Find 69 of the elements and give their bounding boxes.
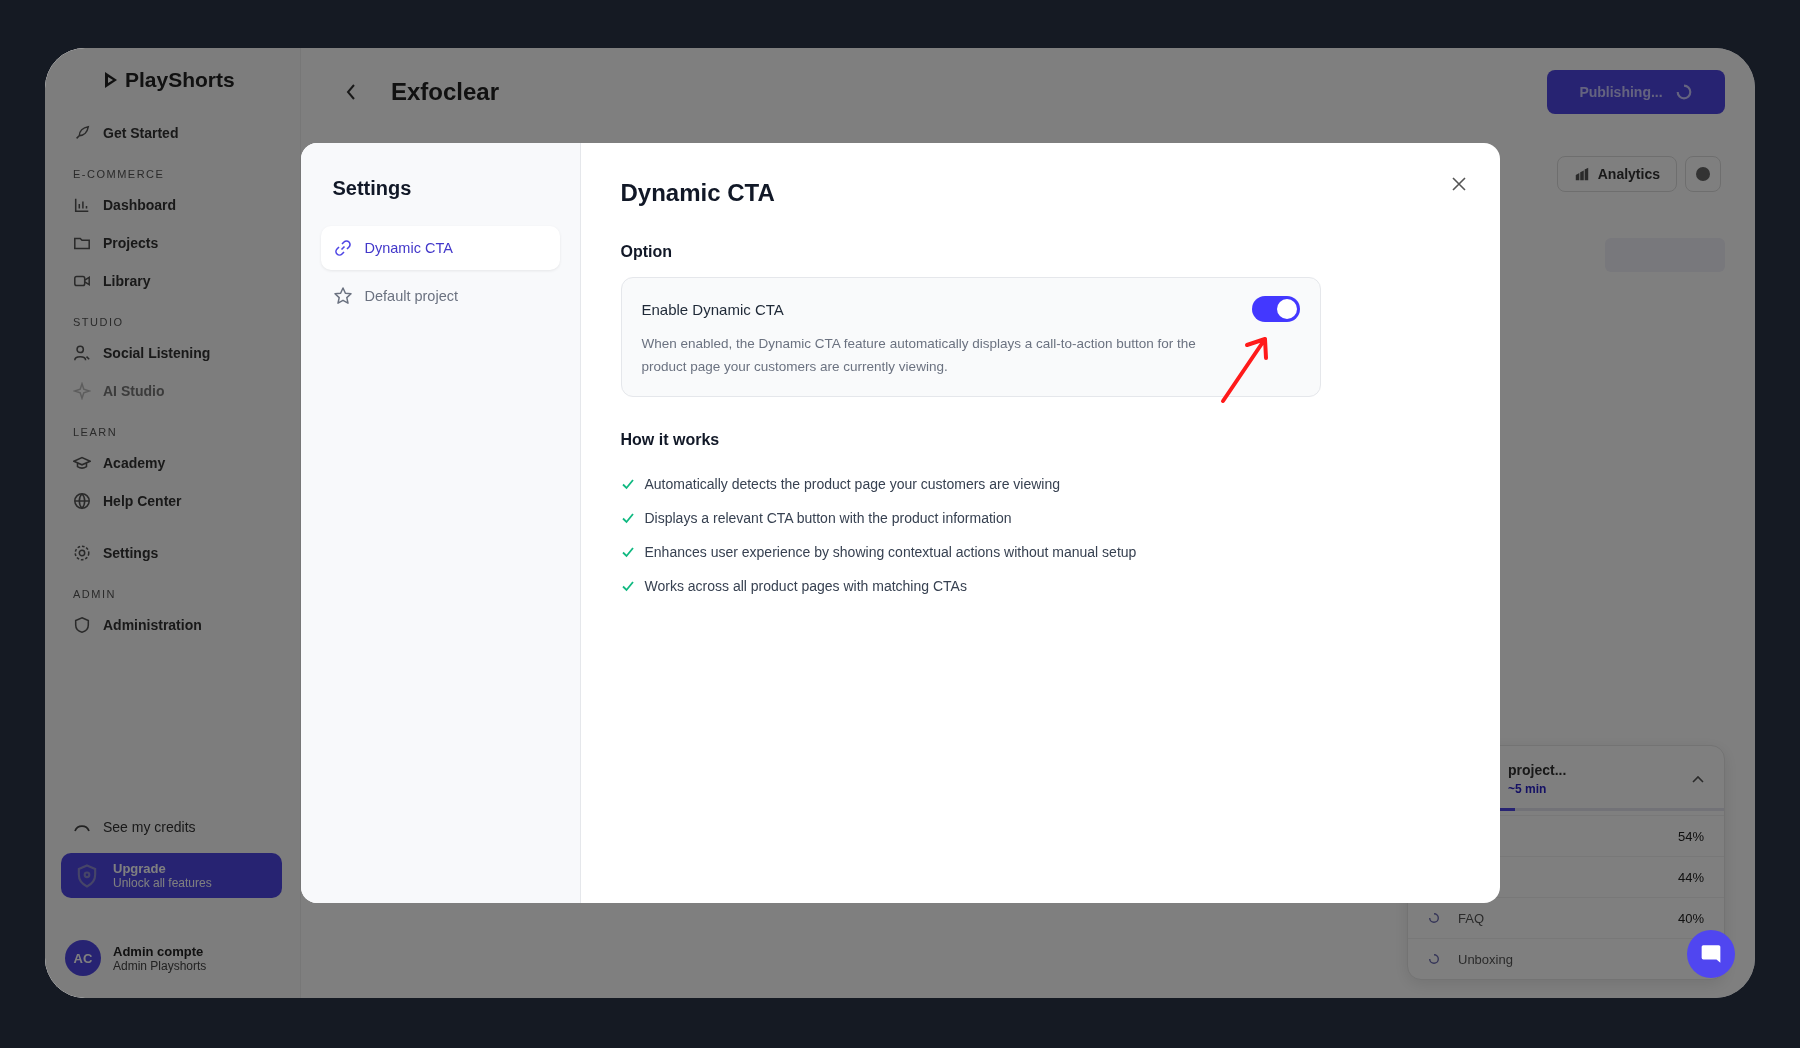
sidebar-nav-item[interactable]: Social Listening bbox=[73, 334, 300, 372]
graduation-cap-icon bbox=[73, 454, 91, 472]
page-title: Exfoclear bbox=[391, 78, 500, 106]
person-icon bbox=[73, 344, 91, 362]
sidebar-nav-item[interactable]: Projects bbox=[73, 224, 300, 262]
nav-section-heading: STUDIO bbox=[73, 316, 125, 328]
section-heading: Option bbox=[620, 243, 674, 261]
check-icon bbox=[620, 511, 635, 525]
settings-tab[interactable]: Dynamic CTA bbox=[320, 226, 560, 270]
task-percent: 44% bbox=[1677, 869, 1704, 885]
settings-tab[interactable]: Default project bbox=[320, 274, 560, 318]
arrow-annotation bbox=[1218, 335, 1271, 405]
close-icon[interactable] bbox=[1450, 176, 1467, 192]
feature-point: Displays a relevant CTA button with the product information bbox=[644, 510, 1012, 526]
credits-link[interactable]: See my credits bbox=[73, 819, 282, 835]
bar-chart-icon bbox=[73, 196, 91, 214]
play-logo-icon bbox=[103, 71, 119, 89]
options-button[interactable] bbox=[1685, 156, 1721, 192]
upgrade-subtitle: Unlock all features bbox=[113, 876, 212, 890]
spinner-icon bbox=[1674, 83, 1693, 101]
sidebar-nav-item[interactable]: Help Center bbox=[73, 482, 300, 520]
chat-bubble-icon bbox=[1700, 943, 1722, 965]
sidebar-nav-item[interactable]: Academy bbox=[73, 444, 300, 482]
analytics-button[interactable]: Analytics bbox=[1556, 156, 1677, 192]
task-label: Unboxing bbox=[1458, 951, 1513, 967]
user-role: Admin Playshorts bbox=[113, 958, 207, 973]
sidebar-nav-item[interactable]: Settings bbox=[73, 534, 300, 572]
check-icon bbox=[620, 579, 635, 593]
caret-up-icon[interactable] bbox=[1692, 775, 1704, 783]
dialog-title: Dynamic CTA bbox=[620, 179, 776, 207]
nav-section-heading: E-COMMERCE bbox=[73, 168, 166, 180]
user-name: Admin compte bbox=[113, 943, 205, 959]
feature-point: Works across all product pages with matching CTAs bbox=[644, 578, 967, 594]
bar-chart-icon bbox=[1573, 166, 1590, 182]
app-logo-text: PlayShorts bbox=[125, 68, 235, 92]
sidebar-nav-item[interactable]: Library bbox=[73, 262, 300, 300]
toggle-switch[interactable] bbox=[1251, 296, 1300, 322]
task-label: FAQ bbox=[1458, 910, 1484, 926]
sidebar-nav-item[interactable]: Get Started bbox=[73, 114, 300, 152]
option-description: When enabled, the Dynamic CTA feature automatically displays a call-to-action button for the product page your customers are currently viewing. bbox=[641, 335, 1197, 376]
star-icon bbox=[332, 286, 353, 306]
loading-ring-icon bbox=[1428, 912, 1440, 924]
task-percent: 54% bbox=[1677, 828, 1704, 844]
user-avatar[interactable]: AC bbox=[65, 940, 101, 976]
check-icon bbox=[620, 477, 635, 491]
option-label: Enable Dynamic CTA bbox=[641, 300, 784, 318]
upgrade-title: Upgrade bbox=[113, 861, 167, 876]
section-heading: How it works bbox=[620, 431, 721, 449]
upgrade-button[interactable]: Upgrade Unlock all features bbox=[61, 853, 282, 898]
settings-title: Settings bbox=[332, 177, 413, 200]
sparkle-icon bbox=[73, 382, 91, 400]
settings-icon bbox=[73, 544, 91, 562]
nav-section-heading: ADMIN bbox=[73, 588, 117, 600]
publishing-button[interactable]: Publishing... bbox=[1547, 70, 1725, 114]
nav-section-heading: LEARN bbox=[73, 426, 119, 438]
task-percent: 40% bbox=[1677, 910, 1704, 926]
link-icon bbox=[332, 238, 353, 258]
sidebar-nav-item[interactable]: Administration bbox=[73, 606, 300, 644]
back-chevron-icon[interactable] bbox=[345, 82, 357, 102]
gauge-icon bbox=[73, 822, 91, 832]
globe-icon bbox=[73, 492, 91, 510]
time-estimate: ~5 min bbox=[1508, 782, 1548, 796]
feature-point: Enhances user experience by showing contextual actions without manual setup bbox=[644, 544, 1137, 560]
feature-point: Automatically detects the product page your customers are viewing bbox=[644, 476, 1061, 492]
progress-title: project... bbox=[1508, 762, 1567, 778]
shield-icon bbox=[73, 616, 91, 634]
check-icon bbox=[620, 545, 635, 559]
sidebar-nav-item[interactable]: Dashboard bbox=[73, 186, 300, 224]
loading-ring-icon bbox=[1428, 953, 1440, 965]
